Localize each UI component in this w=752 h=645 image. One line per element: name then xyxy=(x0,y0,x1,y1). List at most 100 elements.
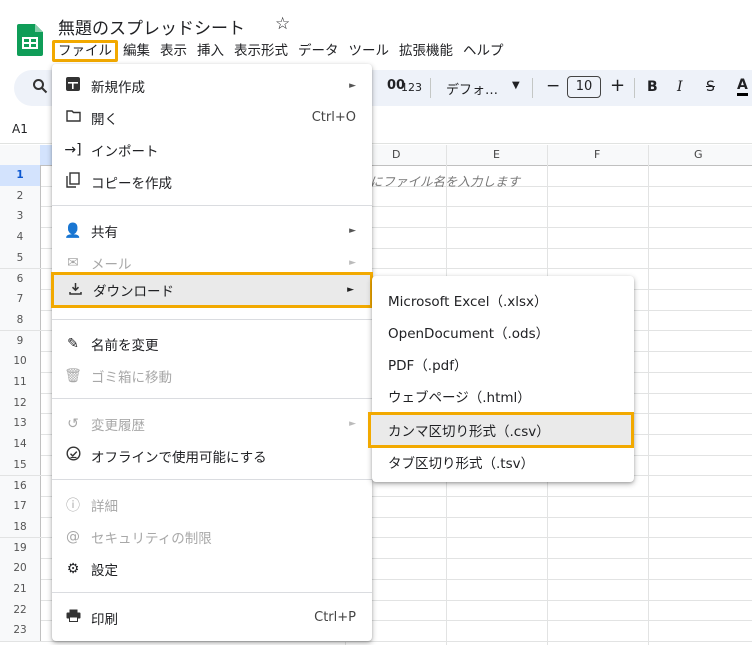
import-icon: →] xyxy=(64,141,82,158)
download-xlsx[interactable]: Microsoft Excel（.xlsx） xyxy=(372,284,634,316)
menu-item-label: コピーを作成 xyxy=(91,175,172,192)
menu-item-share[interactable]: 👤 共有 ► xyxy=(52,215,372,246)
row-header[interactable]: 14 xyxy=(0,434,41,455)
menu-item-label: 新規作成 xyxy=(91,79,145,96)
row-header[interactable]: 2 xyxy=(0,185,41,207)
menu-item-label: メール xyxy=(91,256,132,273)
menu-format[interactable]: 表示形式 xyxy=(229,40,293,62)
menu-item-label: セキュリティの制限 xyxy=(91,530,212,547)
menu-divider xyxy=(52,592,372,593)
download-tsv[interactable]: タブ区切り形式（.tsv） xyxy=(372,446,634,478)
row-header[interactable]: 5 xyxy=(0,247,41,269)
menu-item-rename[interactable]: ✎ 名前を変更 xyxy=(52,328,372,359)
row-header[interactable]: 18 xyxy=(0,516,41,538)
menu-item-history: ↺ 変更履歴 ► xyxy=(52,408,372,439)
caret-down-icon[interactable]: ▼ xyxy=(512,80,520,91)
document-title[interactable]: 無題のスプレッドシート xyxy=(58,14,245,39)
download-pdf[interactable]: PDF（.pdf） xyxy=(372,348,634,380)
row-header[interactable]: 22 xyxy=(0,599,41,621)
menu-divider xyxy=(52,479,372,480)
column-header-d[interactable]: D xyxy=(392,148,400,161)
row-header[interactable]: 23 xyxy=(0,620,41,641)
column-header-g[interactable]: G xyxy=(694,148,703,161)
menu-item-print[interactable]: 印刷 Ctrl+P xyxy=(52,602,372,633)
row-header[interactable]: 19 xyxy=(0,537,41,559)
row-header[interactable]: 10 xyxy=(0,351,41,372)
submenu-arrow-icon: ► xyxy=(349,80,356,91)
column-header-f[interactable]: F xyxy=(594,148,600,161)
menu-item-import[interactable]: →] インポート xyxy=(52,134,372,165)
star-icon[interactable]: ☆ xyxy=(275,14,290,34)
text-color-button[interactable]: A xyxy=(737,77,748,96)
select-all-corner[interactable] xyxy=(0,145,41,165)
row-header[interactable]: 16 xyxy=(0,475,41,496)
row-header[interactable]: 17 xyxy=(0,496,41,517)
menu-item-label: オフラインで使用可能にする xyxy=(91,449,267,466)
name-box[interactable]: A1 xyxy=(12,122,28,136)
menu-tools[interactable]: ツール xyxy=(344,40,395,62)
history-icon: ↺ xyxy=(67,415,79,432)
font-select[interactable]: デフォ… xyxy=(446,79,498,98)
menu-item-label: 開く xyxy=(91,111,118,128)
menu-file[interactable]: ファイル xyxy=(52,40,118,62)
menu-item-download[interactable]: ダウンロード ► xyxy=(51,272,373,308)
row-header[interactable]: 13 xyxy=(0,413,41,434)
toolbar-divider xyxy=(532,78,533,98)
download-csv[interactable]: カンマ区切り形式（.csv） xyxy=(368,412,634,448)
menu-view[interactable]: 表示 xyxy=(155,40,192,62)
menu-item-label: 変更履歴 xyxy=(91,417,145,434)
trash-icon: 🗑 xyxy=(64,367,82,384)
menu-divider xyxy=(52,398,372,399)
row-header[interactable]: 8 xyxy=(0,309,41,331)
row-header[interactable]: 6 xyxy=(0,268,41,289)
menu-item-label: インポート xyxy=(91,143,159,160)
number-format-button[interactable]: 123 xyxy=(401,81,422,94)
menu-item-label: ゴミ箱に移動 xyxy=(91,369,172,386)
menu-extensions[interactable]: 拡張機能 xyxy=(394,40,458,62)
sheets-logo-icon[interactable] xyxy=(17,24,43,56)
selected-column-indicator xyxy=(40,145,52,165)
menu-item-settings[interactable]: ⚙ 設定 xyxy=(52,553,372,584)
italic-button[interactable]: I xyxy=(677,79,683,95)
submenu-arrow-icon: ► xyxy=(349,257,356,268)
menu-help[interactable]: ヘルプ xyxy=(458,40,509,62)
download-icon xyxy=(65,282,85,299)
menu-insert[interactable]: 挿入 xyxy=(192,40,229,62)
row-header[interactable]: 1 xyxy=(0,165,41,186)
security-icon: @ xyxy=(66,528,80,545)
decrease-font-size-button[interactable]: − xyxy=(546,76,560,96)
menu-data[interactable]: データ xyxy=(293,40,344,62)
row-header[interactable]: 20 xyxy=(0,558,41,579)
download-html[interactable]: ウェブページ（.html） xyxy=(372,380,634,412)
menu-item-new[interactable]: 新規作成 ► xyxy=(52,70,372,101)
row-header[interactable]: 12 xyxy=(0,392,41,414)
row-header[interactable]: 11 xyxy=(0,372,41,393)
menu-item-label: 設定 xyxy=(91,562,118,579)
row-header[interactable]: 4 xyxy=(0,227,41,248)
gear-icon: ⚙ xyxy=(66,560,80,577)
printer-icon xyxy=(63,609,83,626)
menu-item-label: 詳細 xyxy=(91,498,118,515)
menu-item-label: ダウンロード xyxy=(93,284,174,300)
menu-item-open[interactable]: 開く Ctrl+O xyxy=(52,102,372,133)
download-ods[interactable]: OpenDocument（.ods） xyxy=(372,316,634,348)
menu-divider xyxy=(52,319,372,320)
menu-item-copy[interactable]: コピーを作成 xyxy=(52,166,372,197)
offline-check-icon xyxy=(63,446,83,465)
row-header[interactable]: 15 xyxy=(0,454,41,476)
row-header[interactable]: 21 xyxy=(0,579,41,600)
download-submenu: Microsoft Excel（.xlsx） OpenDocument（.ods… xyxy=(368,276,634,482)
search-icon[interactable] xyxy=(32,78,48,94)
cell-placeholder-text[interactable]: にファイル名を入力します xyxy=(370,171,520,190)
font-size-input[interactable]: 10 xyxy=(567,76,601,98)
menu-edit[interactable]: 編集 xyxy=(118,40,155,62)
column-header-e[interactable]: E xyxy=(493,148,500,161)
row-header[interactable]: 9 xyxy=(0,330,41,352)
strikethrough-button[interactable]: S xyxy=(706,79,715,95)
pencil-icon: ✎ xyxy=(67,335,79,352)
row-header[interactable]: 3 xyxy=(0,206,41,227)
menu-item-offline[interactable]: オフラインで使用可能にする xyxy=(52,440,372,471)
increase-font-size-button[interactable]: + xyxy=(610,75,625,96)
row-header[interactable]: 7 xyxy=(0,289,41,310)
bold-button[interactable]: B xyxy=(647,79,658,95)
